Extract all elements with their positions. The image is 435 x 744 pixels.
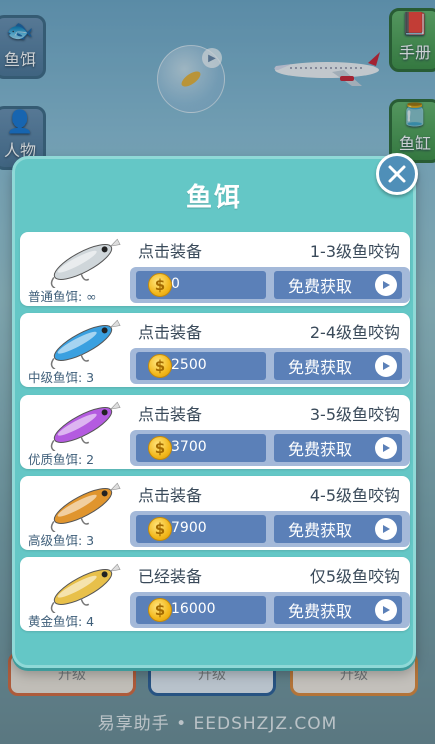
modal-title: 鱼饵 bbox=[185, 183, 242, 213]
equip-status[interactable]: 已经装备 bbox=[138, 563, 202, 587]
bait-name: 优质鱼饵: 2 bbox=[28, 452, 95, 467]
lure-icon bbox=[50, 319, 121, 369]
coin-icon: $ bbox=[148, 598, 172, 622]
coin-icon: $ bbox=[148, 436, 172, 460]
free-get-label: 免费获取 bbox=[288, 521, 353, 540]
action-band: $ 2500 免费获取 bbox=[130, 348, 410, 384]
price-value: 0 bbox=[171, 276, 180, 292]
bait-row[interactable]: 中级鱼饵: 3 点击装备 2-4级鱼咬钩 $ 2500 免费获取 bbox=[20, 313, 410, 387]
action-band: $ 0 免费获取 bbox=[130, 267, 410, 303]
bite-levels: 1-3级鱼咬钩 bbox=[309, 242, 400, 261]
play-icon bbox=[375, 599, 397, 621]
bite-levels: 4-5级鱼咬钩 bbox=[309, 486, 400, 505]
price-value: 3700 bbox=[171, 439, 207, 455]
play-icon bbox=[375, 355, 397, 377]
buy-button[interactable]: $ 16000 bbox=[136, 596, 266, 624]
play-icon bbox=[375, 437, 397, 459]
coin-icon: $ bbox=[148, 354, 172, 378]
free-get-button[interactable]: 免费获取 bbox=[274, 434, 402, 462]
free-get-button[interactable]: 免费获取 bbox=[274, 271, 402, 299]
action-band: $ 3700 免费获取 bbox=[130, 430, 410, 466]
bite-levels: 3-5级鱼咬钩 bbox=[309, 405, 400, 424]
bait-name: 中级鱼饵: 3 bbox=[28, 370, 95, 385]
free-get-label: 免费获取 bbox=[288, 358, 353, 377]
bait-name: 高级鱼饵: 3 bbox=[28, 533, 95, 548]
lure-icon bbox=[50, 563, 121, 613]
lure-icon bbox=[50, 482, 121, 532]
bite-levels: 仅5级鱼咬钩 bbox=[309, 567, 400, 586]
buy-button[interactable]: $ 3700 bbox=[136, 434, 266, 462]
bait-row[interactable]: 高级鱼饵: 3 点击装备 4-5级鱼咬钩 $ 7900 免费获取 bbox=[20, 476, 410, 550]
action-band: $ 7900 免费获取 bbox=[130, 511, 410, 547]
lure-icon bbox=[50, 238, 121, 288]
close-button[interactable] bbox=[376, 153, 418, 195]
free-get-label: 免费获取 bbox=[288, 440, 353, 459]
free-get-label: 免费获取 bbox=[288, 602, 353, 621]
buy-button[interactable]: $ 7900 bbox=[136, 515, 266, 543]
coin-icon: $ bbox=[148, 517, 172, 541]
price-value: 2500 bbox=[171, 357, 207, 373]
buy-button[interactable]: $ 2500 bbox=[136, 352, 266, 380]
free-get-button[interactable]: 免费获取 bbox=[274, 515, 402, 543]
close-icon bbox=[388, 165, 406, 183]
free-get-button[interactable]: 免费获取 bbox=[274, 352, 402, 380]
price-value: 16000 bbox=[171, 601, 216, 617]
equip-status[interactable]: 点击装备 bbox=[138, 482, 202, 506]
bite-levels: 2-4级鱼咬钩 bbox=[309, 323, 400, 342]
equip-status[interactable]: 点击装备 bbox=[138, 319, 202, 343]
equip-status[interactable]: 点击装备 bbox=[138, 238, 202, 262]
free-get-label: 免费获取 bbox=[288, 277, 353, 296]
price-value: 7900 bbox=[171, 520, 207, 536]
play-icon bbox=[375, 274, 397, 296]
coin-icon: $ bbox=[148, 273, 172, 297]
equip-status[interactable]: 点击装备 bbox=[138, 401, 202, 425]
play-icon bbox=[375, 518, 397, 540]
bait-row[interactable]: 优质鱼饵: 2 点击装备 3-5级鱼咬钩 $ 3700 免费获取 bbox=[20, 395, 410, 469]
bait-row[interactable]: 黄金鱼饵: 4 已经装备 仅5级鱼咬钩 $ 16000 免费获取 bbox=[20, 557, 410, 631]
bait-name: 黄金鱼饵: 4 bbox=[28, 614, 95, 629]
bait-name: 普通鱼饵: ∞ bbox=[28, 289, 97, 304]
action-band: $ 16000 免费获取 bbox=[130, 592, 410, 628]
bait-row[interactable]: 普通鱼饵: ∞ 点击装备 1-3级鱼咬钩 $ 0 免费获取 bbox=[20, 232, 410, 306]
lure-icon bbox=[50, 401, 121, 451]
free-get-button[interactable]: 免费获取 bbox=[274, 596, 402, 624]
buy-button[interactable]: $ 0 bbox=[136, 271, 266, 299]
